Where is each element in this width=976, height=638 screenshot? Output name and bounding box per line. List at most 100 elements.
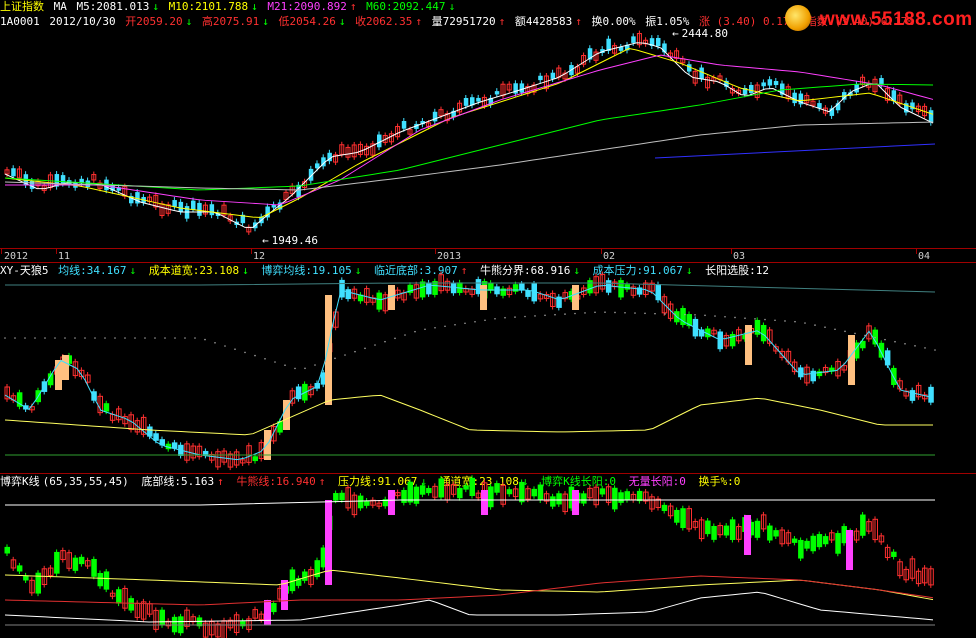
p2-dot [454, 323, 456, 326]
p2-dot [134, 337, 136, 339]
p3-candle [407, 481, 413, 503]
candle-body [550, 72, 556, 79]
p2-candle [103, 403, 110, 412]
p2-dot [154, 337, 156, 339]
ma21-line [5, 54, 934, 206]
p3-candle [754, 520, 761, 538]
p3-candle [116, 589, 122, 604]
p3-candle [537, 484, 544, 501]
p2-dot [814, 324, 816, 326]
p3-highlight-bar [388, 490, 395, 515]
p3-candle [271, 603, 277, 613]
p3-candle [822, 536, 829, 545]
p2-candle [891, 367, 897, 386]
p2-highlight-bar [848, 335, 855, 385]
p3-candle [302, 571, 308, 581]
p3-highlight-bar [325, 500, 332, 585]
p3-candle [413, 486, 420, 504]
p3-candle [531, 488, 537, 497]
p2-dot [784, 320, 786, 322]
p2-dot [704, 314, 706, 317]
p2-dot [124, 337, 126, 339]
p2-dot [334, 357, 336, 360]
p3-candle [581, 493, 587, 504]
p3-candle [624, 491, 630, 501]
p2-dot [554, 313, 556, 316]
p3-candle [599, 488, 606, 495]
p2-dot [774, 319, 776, 322]
p3-candle [364, 500, 370, 506]
p2-candle [153, 433, 159, 441]
p2-dot [884, 338, 886, 341]
p2-dot [664, 313, 666, 315]
candle-body [631, 36, 636, 43]
p3-candle [438, 478, 444, 498]
p3-candle [550, 496, 556, 507]
p3-candle [78, 556, 85, 565]
p2-dot [744, 317, 746, 319]
p2-highlight-bar [480, 285, 487, 310]
p2-candle [426, 282, 432, 295]
candle-body [60, 175, 66, 184]
p2-candle [928, 386, 934, 403]
p2-dot [104, 337, 106, 339]
p2-candle [171, 442, 178, 449]
p2-dot [484, 319, 486, 322]
p2-dot [604, 311, 606, 313]
p3-candle [339, 492, 345, 501]
candle-body [656, 37, 661, 47]
p2-cyan-line [4, 284, 934, 461]
p2-dot [824, 326, 826, 328]
p3-candle [519, 481, 525, 503]
p2-dot [474, 320, 476, 323]
p2-dot [14, 337, 16, 339]
p2-dot [714, 315, 716, 317]
p3-candle [128, 598, 134, 611]
p2-dot [64, 337, 66, 339]
p2-dot [414, 330, 416, 333]
p3-candle [860, 514, 866, 536]
candle-body [401, 121, 407, 129]
p3-candle [506, 489, 513, 495]
p3-candle [401, 489, 407, 503]
p2-dot [234, 348, 236, 351]
p2-dot [534, 315, 536, 317]
p2-dot [544, 314, 546, 317]
p3-candle [810, 535, 816, 552]
candle-body [209, 204, 215, 216]
p3-candle [469, 477, 475, 497]
p3-candle [159, 609, 165, 626]
p3-candle [91, 558, 97, 577]
p3-top-line [5, 499, 935, 506]
p2-dot [834, 328, 836, 331]
p2-dot [404, 334, 406, 336]
kline-chart[interactable] [0, 0, 976, 638]
p2-candle [655, 284, 661, 301]
p2-dot [504, 316, 506, 319]
p3-candle [4, 546, 10, 554]
p2-dot [74, 337, 76, 339]
p2-dot [144, 337, 146, 339]
p3-candle [463, 485, 469, 490]
p2-dot [854, 332, 856, 335]
p3-candle [835, 533, 841, 554]
p2-dot [114, 337, 116, 339]
p2-dot [934, 349, 936, 351]
p3-candle [419, 485, 426, 495]
p2-candle [760, 324, 767, 342]
p2-dot [84, 337, 86, 339]
p2-dot [384, 340, 386, 343]
candle-body [463, 98, 469, 106]
p3-highlight-bar [744, 515, 751, 555]
p3-candle [841, 526, 847, 544]
candle-body [761, 82, 766, 87]
p3-candle [54, 551, 60, 574]
p3-candle [556, 493, 562, 505]
p2-dot [314, 364, 316, 366]
p3-candle [711, 525, 717, 540]
p2-candle [624, 284, 630, 290]
p2-dot [644, 312, 646, 315]
candle-body [792, 92, 797, 104]
p3-candle [791, 538, 798, 543]
p2-dot [254, 354, 256, 357]
